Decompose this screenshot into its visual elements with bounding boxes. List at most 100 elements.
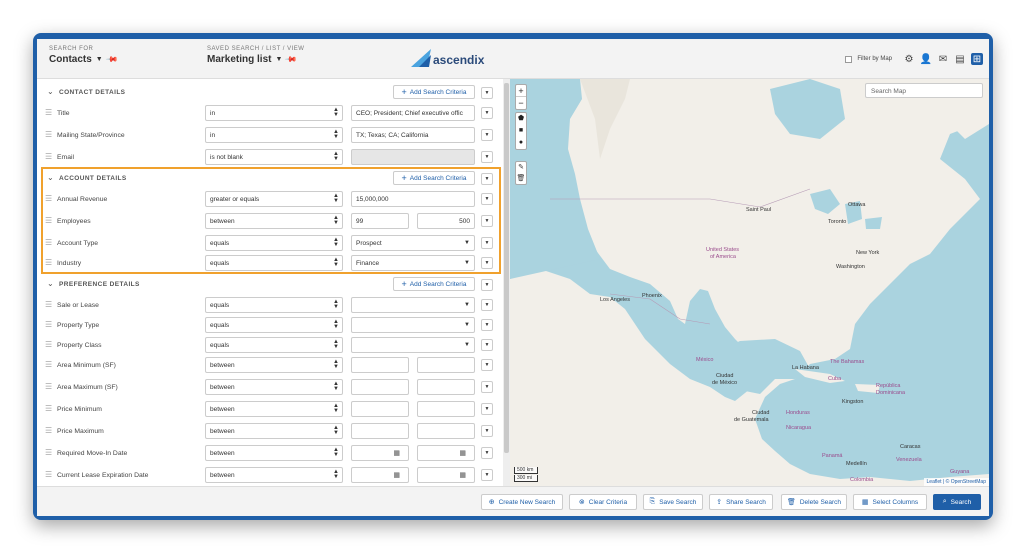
operator-select[interactable]: between ▲ ▼ (205, 423, 343, 439)
row-menu-button[interactable]: ▼ (481, 359, 493, 371)
criteria-label: Required Move-In Date (57, 450, 128, 457)
from-input[interactable] (351, 401, 409, 417)
filter-by-map-checkbox[interactable] (845, 55, 853, 63)
operator-select[interactable]: is not blank ▲ ▼ (205, 149, 343, 165)
circle-draw-icon[interactable]: ● (516, 137, 526, 149)
value-input[interactable]: CEO; President; Chief executive offic (351, 105, 475, 121)
value-dropdown[interactable]: ▼ (351, 297, 475, 313)
row-menu-button[interactable]: ▼ (481, 403, 493, 415)
add-search-criteria-button[interactable]: + Add Search Criteria (393, 85, 475, 99)
map-view-icon[interactable]: ⊞ (971, 53, 983, 65)
zoom-out-button[interactable]: − (516, 97, 526, 109)
share-search-button[interactable]: ⇪ Share Search (709, 494, 773, 510)
mail-icon[interactable]: ✉ (937, 53, 949, 65)
search-button[interactable]: ⌕ Search (933, 494, 981, 510)
drag-handle-icon[interactable]: ☰ (45, 109, 52, 117)
save-search-button[interactable]: ⎘ Save Search (643, 494, 703, 510)
map-label: Medellín (846, 461, 867, 467)
drag-handle-icon[interactable]: ☰ (45, 427, 52, 435)
chevron-down-icon[interactable]: ⌄ (47, 87, 54, 96)
to-input[interactable] (417, 379, 475, 395)
operator-select[interactable]: equals ▲ ▼ (205, 317, 343, 333)
row-menu-button[interactable]: ▼ (481, 151, 493, 163)
value-input[interactable]: TX; Texas; CA; California (351, 127, 475, 143)
section-menu-button[interactable]: ▼ (481, 87, 493, 99)
row-menu-button[interactable]: ▼ (481, 339, 493, 351)
section-menu-button[interactable]: ▼ (481, 279, 493, 291)
drag-handle-icon[interactable]: ☰ (45, 301, 52, 309)
to-date-input[interactable]: ▦ (417, 445, 475, 461)
drag-handle-icon[interactable]: ☰ (45, 341, 52, 349)
from-input[interactable] (351, 357, 409, 373)
row-menu-button[interactable]: ▼ (481, 107, 493, 119)
add-search-criteria-button[interactable]: + Add Search Criteria (393, 277, 475, 291)
operator-select[interactable]: between ▲ ▼ (205, 445, 343, 461)
drag-handle-icon[interactable]: ☰ (45, 153, 52, 161)
drag-handle-icon[interactable]: ☰ (45, 361, 52, 369)
drag-handle-icon[interactable]: ☰ (45, 321, 52, 329)
to-input[interactable] (417, 401, 475, 417)
calendar-icon[interactable]: ▦ (393, 471, 400, 479)
updown-icon: ▲ ▼ (333, 425, 339, 436)
calendar-icon[interactable]: ▦ (393, 449, 400, 457)
from-input[interactable] (351, 379, 409, 395)
row-menu-button[interactable]: ▼ (481, 299, 493, 311)
map-attribution[interactable]: Leaflet | © OpenStreetMap (923, 478, 989, 486)
saved-search-selector[interactable]: SAVED SEARCH / LIST / VIEW Marketing lis… (207, 46, 304, 66)
to-input[interactable] (417, 423, 475, 439)
operator-select[interactable]: in ▲ ▼ (205, 127, 343, 143)
row-menu-button[interactable]: ▼ (481, 381, 493, 393)
from-date-input[interactable]: ▦ (351, 467, 409, 483)
criteria-scrollbar[interactable] (503, 79, 510, 486)
operator-select[interactable]: between ▲ ▼ (205, 357, 343, 373)
operator-select[interactable]: between ▲ ▼ (205, 379, 343, 395)
operator-select[interactable]: between ▲ ▼ (205, 467, 343, 483)
scale-km: 500 km (514, 467, 538, 474)
list-view-icon[interactable]: ▤ (954, 53, 966, 65)
operator-select[interactable]: between ▲ ▼ (205, 401, 343, 417)
pin-icon[interactable]: 📌 (105, 53, 118, 66)
drag-handle-icon[interactable]: ☰ (45, 405, 52, 413)
drag-handle-icon[interactable]: ☰ (45, 449, 52, 457)
drag-handle-icon[interactable]: ☰ (45, 383, 52, 391)
row-menu-button[interactable]: ▼ (481, 425, 493, 437)
zoom-in-button[interactable]: + (516, 85, 526, 97)
drag-handle-icon[interactable]: ☰ (45, 471, 52, 479)
to-date-input[interactable]: ▦ (417, 467, 475, 483)
from-date-input[interactable]: ▦ (351, 445, 409, 461)
pin-icon[interactable]: 📌 (285, 53, 298, 66)
edit-layers-icon[interactable]: ✎ (516, 162, 526, 173)
operator-select[interactable]: in ▲ ▼ (205, 105, 343, 121)
calendar-icon[interactable]: ▦ (459, 471, 466, 479)
operator-select[interactable]: equals ▲ ▼ (205, 337, 343, 353)
user-icon[interactable]: 👤 (920, 53, 932, 65)
value-dropdown[interactable]: ▼ (351, 317, 475, 333)
footer-toolbar: ⊕ Create New Search ⊗ Clear Criteria ⎘ Save… (37, 486, 989, 516)
row-menu-button[interactable]: ▼ (481, 129, 493, 141)
map-view[interactable]: + − ⬟ ■ ● ✎ 🗑 Search Map Saint Paul Otta… (510, 79, 989, 486)
from-input[interactable] (351, 423, 409, 439)
map-search-input[interactable]: Search Map (865, 83, 983, 98)
scrollbar-thumb[interactable] (504, 83, 509, 453)
polygon-draw-icon[interactable]: ⬟ (516, 113, 526, 125)
criteria-row-email: ☰ Email is not blank ▲ ▼ ▼ (37, 147, 503, 169)
clear-criteria-button[interactable]: ⊗ Clear Criteria (569, 494, 637, 510)
delete-search-button[interactable]: 🗑 Delete Search (781, 494, 847, 510)
drag-handle-icon[interactable]: ☰ (45, 131, 52, 139)
select-columns-button[interactable]: ▦ Select Columns (853, 494, 927, 510)
app: SEARCH FOR Contacts ▼ 📌 SAVED SEARCH / LIS… (37, 39, 989, 516)
value-dropdown[interactable]: ▼ (351, 337, 475, 353)
rectangle-draw-icon[interactable]: ■ (516, 125, 526, 137)
row-menu-button[interactable]: ▼ (481, 447, 493, 459)
gear-icon[interactable]: ⚙ (903, 53, 915, 65)
operator-select[interactable]: equals ▲ ▼ (205, 297, 343, 313)
create-new-search-button[interactable]: ⊕ Create New Search (481, 494, 563, 510)
trash-icon[interactable]: 🗑 (516, 173, 526, 184)
search-for-selector[interactable]: SEARCH FOR Contacts ▼ 📌 (49, 46, 118, 66)
row-menu-button[interactable]: ▼ (481, 319, 493, 331)
calendar-icon[interactable]: ▦ (459, 449, 466, 457)
chevron-down-icon[interactable]: ⌄ (47, 279, 54, 288)
to-input[interactable] (417, 357, 475, 373)
row-menu-button[interactable]: ▼ (481, 469, 493, 481)
map-search-placeholder: Search Map (871, 88, 907, 95)
